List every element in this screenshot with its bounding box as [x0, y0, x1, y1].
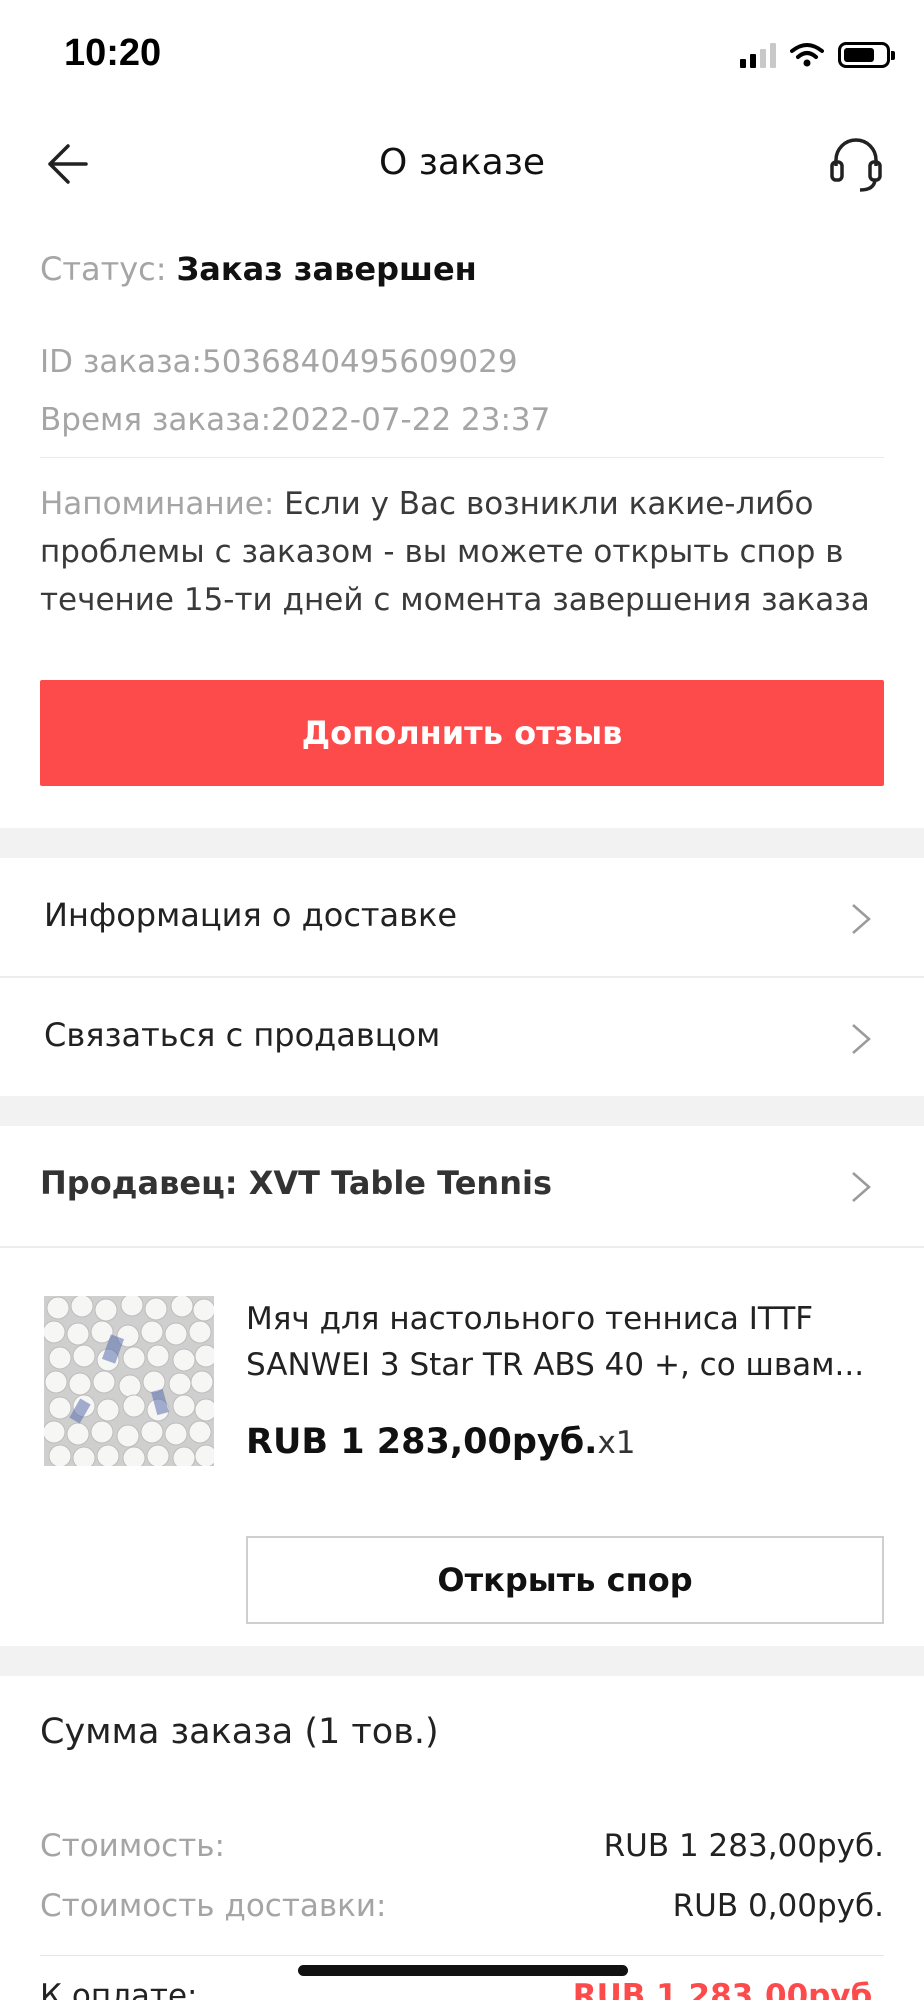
open-dispute-button[interactable]: Открыть спор [246, 1536, 884, 1624]
payment-value: RUB 1 283,00руб. [572, 1978, 884, 2000]
cost-value: RUB 1 283,00руб. [603, 1828, 884, 1864]
contact-seller-label: Связаться с продавцом [44, 1016, 441, 1054]
seller-name[interactable]: Продавец: XVT Table Tennis [40, 1164, 552, 1202]
status-icons [740, 42, 895, 68]
cellular-signal-icon [740, 42, 776, 68]
headset-icon[interactable] [824, 132, 888, 196]
product-image[interactable] [44, 1296, 214, 1466]
battery-icon [838, 42, 895, 68]
nav-bar: О заказе [0, 112, 924, 216]
divider [40, 1955, 884, 1956]
product-price-line: RUB 1 283,00руб.x1 [246, 1422, 636, 1462]
reminder-text: Напоминание: Если у Вас возникли какие-л… [40, 480, 890, 624]
status-value: Заказ завершен [176, 250, 477, 288]
status-label: Статус: [40, 250, 167, 288]
status-bar: 10:20 [0, 0, 924, 112]
divider [0, 1246, 924, 1248]
chevron-right-icon [852, 904, 871, 934]
delivery-info-label: Информация о доставке [44, 896, 458, 934]
payment-row: К оплате: RUB 1 283,00руб. [40, 1978, 884, 2000]
order-id: ID заказа:5036840495609029 [40, 344, 518, 380]
shipping-label: Стоимость доставки: [40, 1888, 387, 1924]
divider [40, 457, 884, 458]
order-time: Время заказа:2022-07-22 23:37 [40, 402, 551, 438]
shipping-value: RUB 0,00руб. [672, 1888, 884, 1924]
shipping-row: Стоимость доставки: RUB 0,00руб. [40, 1888, 884, 1924]
status-time: 10:20 [64, 32, 162, 74]
order-status-row: Статус: Заказ завершен [40, 250, 884, 288]
product-quantity: x1 [597, 1425, 636, 1461]
product-title[interactable]: Мяч для настольного тенниса ITTF SANWEI … [246, 1296, 886, 1388]
home-indicator[interactable] [298, 1965, 628, 1976]
wifi-icon [790, 43, 824, 67]
section-gap [0, 828, 924, 858]
reminder-label: Напоминание: [40, 486, 275, 522]
section-gap [0, 1646, 924, 1676]
page-title: О заказе [378, 142, 546, 183]
order-summary-title: Сумма заказа (1 тов.) [40, 1712, 439, 1752]
product-price: RUB 1 283,00руб. [246, 1422, 598, 1462]
delivery-info-row[interactable]: Информация о доставке [0, 858, 924, 978]
cost-label: Стоимость: [40, 1828, 225, 1864]
chevron-right-icon [852, 1172, 871, 1202]
section-gap [0, 1096, 924, 1126]
payment-label: К оплате: [40, 1978, 198, 2000]
cost-row: Стоимость: RUB 1 283,00руб. [40, 1828, 884, 1864]
contact-seller-row[interactable]: Связаться с продавцом [0, 978, 924, 1098]
add-review-button[interactable]: Дополнить отзыв [40, 680, 884, 786]
chevron-right-icon [852, 1024, 871, 1054]
